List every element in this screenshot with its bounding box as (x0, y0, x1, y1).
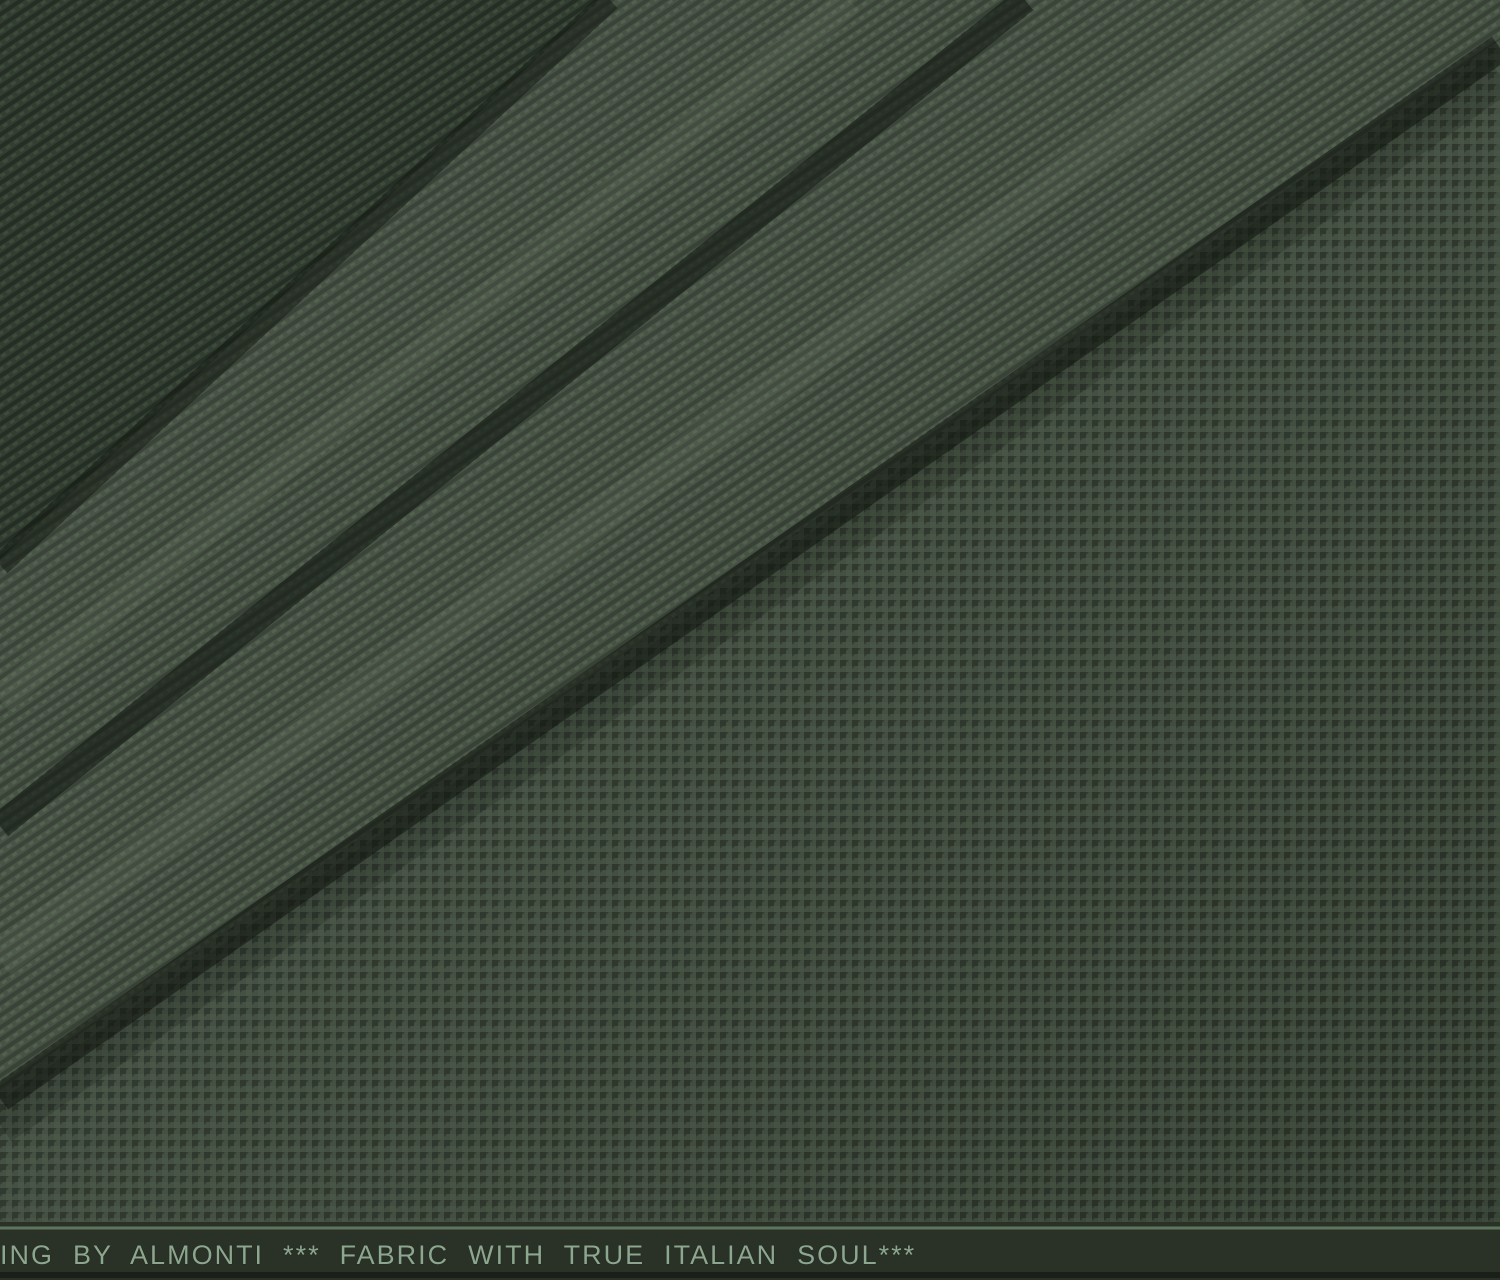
fabric-photo-stage: ING BY ALMONTI *** FABRIC WITH TRUE ITAL… (0, 0, 1500, 1280)
fabric-photo (0, 0, 1500, 1280)
selvedge-band (0, 1222, 1500, 1280)
